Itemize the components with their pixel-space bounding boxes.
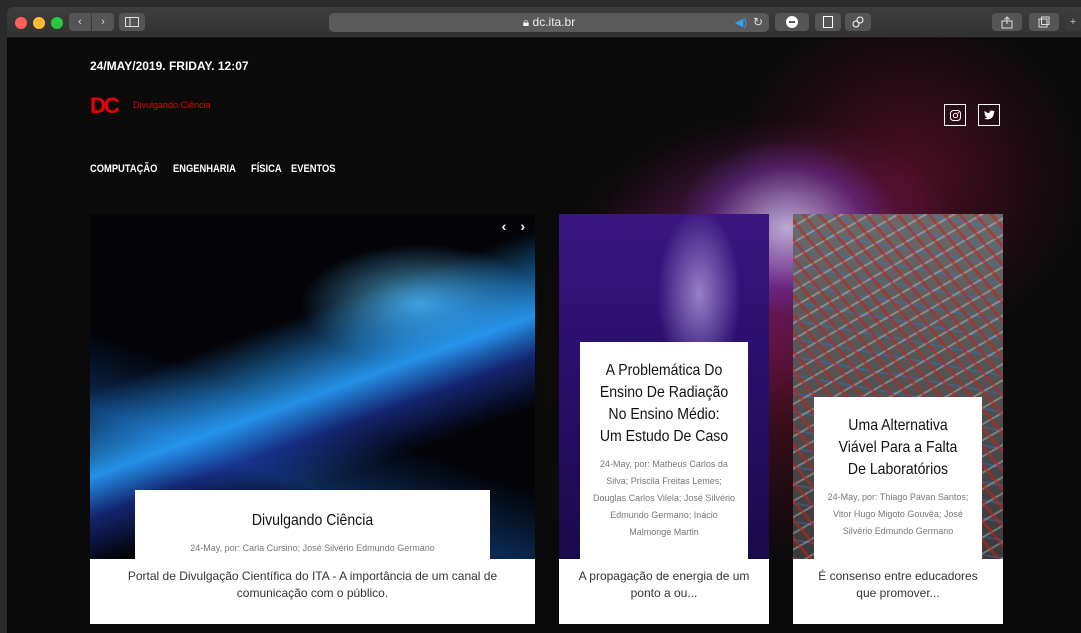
- nav-item-eventos[interactable]: EVENTOS: [291, 163, 336, 175]
- instagram-icon: [949, 109, 961, 121]
- post-title[interactable]: A Problemática Do Ensino De Radiação No …: [599, 360, 729, 448]
- post-title-box: Divulgando Ciência 24-May, por: Carla Cu…: [135, 490, 490, 559]
- twitter-icon: [983, 110, 995, 120]
- block-icon: [786, 16, 798, 28]
- fullscreen-window-button[interactable]: [51, 17, 63, 29]
- logo-mark: DC: [90, 93, 120, 118]
- speaker-icon[interactable]: ◀): [735, 16, 747, 29]
- sidebar-icon: [125, 17, 139, 27]
- share-button[interactable]: [992, 13, 1022, 31]
- reload-icon[interactable]: ↻: [753, 15, 763, 29]
- header-datetime: 24/MAY/2019. FRIDAY. 12:07: [90, 59, 249, 73]
- slider-arrows: ‹ ›: [502, 218, 525, 234]
- post-title-box: A Problemática Do Ensino De Radiação No …: [580, 342, 748, 559]
- post-meta: 24-May, por: Matheus Carlos da Silva; Pr…: [593, 459, 735, 537]
- twitter-link[interactable]: [978, 104, 1000, 126]
- post-title-box: Uma Alternativa Viável Para a Falta De L…: [814, 397, 982, 559]
- featured-post-card[interactable]: ‹ › Divulgando Ciência 24-May, por: Carl…: [90, 214, 535, 624]
- web-page: 24/MAY/2019. FRIDAY. 12:07 DC Divulgando…: [7, 38, 1081, 633]
- sidebar-toggle-button[interactable]: [119, 13, 145, 31]
- browser-window: ‹ › 🔒︎ dc.ita.br ◀) ↻ + 24/MAY/2019. FRI…: [7, 7, 1081, 633]
- address-bar[interactable]: 🔒︎ dc.ita.br ◀) ↻: [329, 13, 769, 32]
- nav-item-engenharia[interactable]: ENGENHARIA: [173, 163, 236, 175]
- slider-next-icon[interactable]: ›: [520, 218, 525, 234]
- forward-button[interactable]: ›: [92, 13, 114, 31]
- close-window-button[interactable]: [15, 17, 27, 29]
- post-card[interactable]: A Problemática Do Ensino De Radiação No …: [559, 214, 769, 624]
- tabs-icon: [1038, 16, 1050, 28]
- lock-icon: 🔒︎: [522, 15, 533, 29]
- post-excerpt: A propagação de energia de um ponto a ou…: [559, 559, 769, 624]
- url-text: dc.ita.br: [532, 15, 576, 29]
- minimize-window-button[interactable]: [33, 17, 45, 29]
- extension-page-button[interactable]: [815, 13, 841, 31]
- post-title[interactable]: Uma Alternativa Viável Para a Falta De L…: [833, 415, 963, 481]
- post-meta: 24-May, por: Thiago Pavan Santos; Vitor …: [827, 492, 969, 536]
- extension-link-button[interactable]: [845, 13, 871, 31]
- tab-overview-button[interactable]: [1029, 13, 1059, 31]
- page-icon: [823, 16, 833, 28]
- post-title[interactable]: Divulgando Ciência: [156, 510, 468, 532]
- back-button[interactable]: ‹: [69, 13, 91, 31]
- browser-toolbar: ‹ › 🔒︎ dc.ita.br ◀) ↻ +: [7, 7, 1081, 38]
- post-meta: 24-May, por: Carla Cursino; José Silvéri…: [190, 543, 435, 553]
- logo-text: Divulgando Ciência: [133, 100, 211, 110]
- link-icon: [852, 16, 864, 28]
- new-tab-button[interactable]: +: [1065, 13, 1081, 31]
- nav-item-fisica[interactable]: FÍSICA: [251, 163, 282, 175]
- instagram-link[interactable]: [944, 104, 966, 126]
- slider-prev-icon[interactable]: ‹: [502, 218, 507, 234]
- post-excerpt: É consenso entre educadores que promover…: [793, 559, 1003, 624]
- post-card[interactable]: Uma Alternativa Viável Para a Falta De L…: [793, 214, 1003, 624]
- share-icon: [1001, 15, 1013, 28]
- nav-item-computacao[interactable]: COMPUTAÇÃO: [90, 163, 157, 175]
- post-excerpt: Portal de Divulgação Científica do ITA -…: [90, 559, 535, 624]
- extension-block-button[interactable]: [775, 13, 809, 31]
- main-nav: COMPUTAÇÃO ENGENHARIA FÍSICA EVENTOS: [90, 163, 338, 175]
